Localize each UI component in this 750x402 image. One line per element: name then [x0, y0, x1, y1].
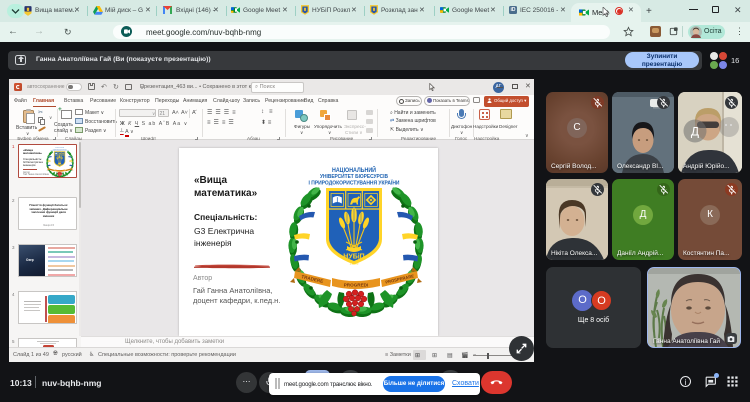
svg-text:Д: Д: [691, 124, 699, 138]
